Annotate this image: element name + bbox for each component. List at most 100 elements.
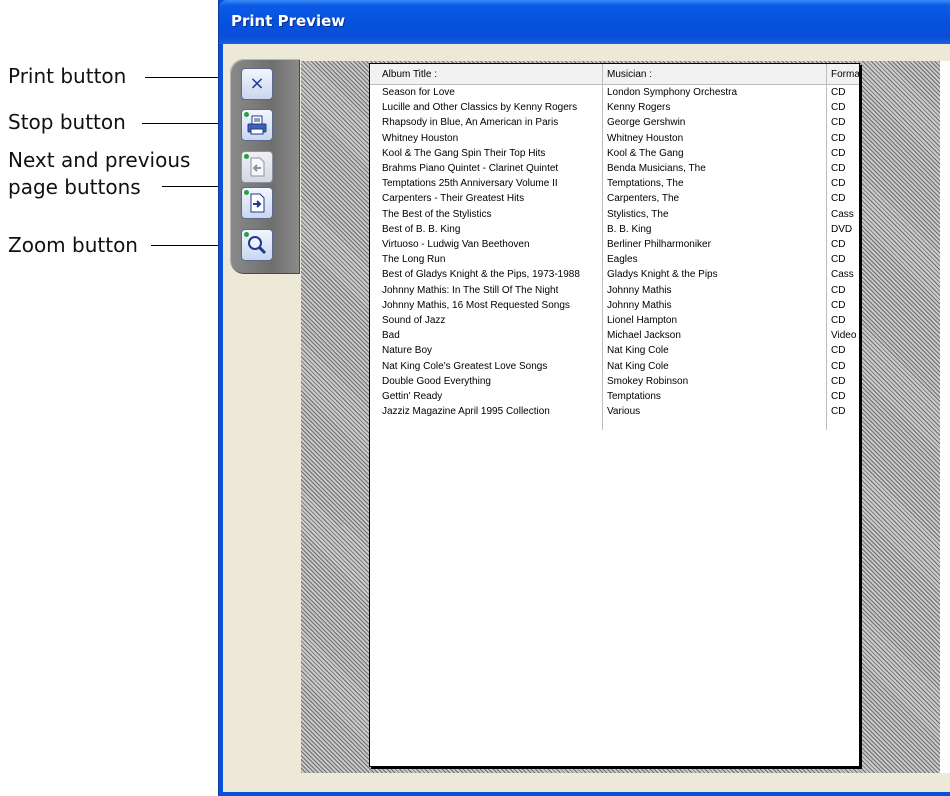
album-title-cell: Jazziz Magazine April 1995 Collection xyxy=(382,406,550,418)
format-cell: CD xyxy=(831,239,846,250)
format-cell: CD xyxy=(831,193,846,205)
preview-edge xyxy=(940,61,950,773)
close-button[interactable]: × xyxy=(241,68,273,100)
album-title-cell: Carpenters - Their Greatest Hits xyxy=(382,193,525,205)
format-cell: CD xyxy=(831,299,846,311)
musician-cell: London Symphony Orchestra xyxy=(607,87,738,98)
callout-zoom-button: Zoom button xyxy=(8,233,138,257)
header-format: Forma xyxy=(831,69,860,80)
musician-cell: Kool & The Gang xyxy=(607,147,684,159)
format-cell: Video xyxy=(831,330,857,342)
zoom-button[interactable] xyxy=(241,229,273,261)
table-row: Brahms Piano Quintet - Clarinet Quintet B… xyxy=(370,161,859,177)
format-cell: CD xyxy=(831,406,846,418)
format-cell: Cass xyxy=(831,208,854,220)
status-dot xyxy=(244,154,249,159)
next-page-icon xyxy=(250,193,265,213)
musician-cell: Berliner Philharmoniker xyxy=(607,239,711,250)
album-title-cell: Season for Love xyxy=(382,87,455,98)
musician-cell: Kenny Rogers xyxy=(607,102,671,114)
musician-cell: B. B. King xyxy=(607,223,652,235)
album-title-cell: Best of B. B. King xyxy=(382,223,461,235)
printer-icon xyxy=(247,115,267,135)
format-cell: DVD xyxy=(831,223,853,235)
table-row: Johnny Mathis, 16 Most Requested Songs Jo… xyxy=(370,298,859,314)
musician-cell: Johnny Mathis xyxy=(607,299,672,311)
callout-next-previous-1: Next and previous xyxy=(8,148,191,172)
table-row: Best of B. B. King B. B. King DVD xyxy=(370,222,859,238)
previous-page-icon xyxy=(250,157,265,177)
musician-cell: Lionel Hampton xyxy=(607,315,678,326)
status-dot xyxy=(244,190,249,195)
musician-cell: Nat King Cole xyxy=(607,360,669,372)
next-page-button[interactable] xyxy=(241,187,273,219)
format-cell: CD xyxy=(831,360,846,372)
status-dot xyxy=(244,232,249,237)
musician-cell: Gladys Knight & the Pips xyxy=(607,269,718,281)
musician-cell: Temptations xyxy=(607,391,661,402)
musician-cell: Smokey Robinson xyxy=(607,375,689,387)
album-title-cell: Double Good Everything xyxy=(382,375,491,387)
window-title: Print Preview xyxy=(231,12,346,30)
album-title-cell: Lucille and Other Classics by Kenny Roge… xyxy=(382,102,578,114)
table-row: Double Good Everything Smokey Robinson CD xyxy=(370,374,859,390)
table-row: Gettin' Ready Temptations CD xyxy=(370,389,859,405)
table-row: The Best of the Stylistics Stylistics, Th… xyxy=(370,207,859,223)
format-cell: Cass xyxy=(831,269,854,281)
report-page[interactable]: Album Title : Musician : Forma Season fo… xyxy=(369,63,860,767)
table-row: Johnny Mathis: In The Still Of The Night… xyxy=(370,283,859,299)
table-row: Sound of Jazz Lionel Hampton CD xyxy=(370,313,859,329)
format-cell: CD xyxy=(831,132,846,144)
musician-cell: George Gershwin xyxy=(607,117,686,129)
magnifier-icon xyxy=(248,236,267,255)
callout-stop-button: Stop button xyxy=(8,110,126,134)
album-title-cell: Johnny Mathis: In The Still Of The Night xyxy=(382,284,559,296)
table-row: Virtuoso - Ludwig Van Beethoven Berliner … xyxy=(370,237,859,253)
musician-cell: Benda Musicians, The xyxy=(607,163,706,174)
album-title-cell: Temptations 25th Anniversary Volume II xyxy=(382,178,558,190)
format-cell: CD xyxy=(831,391,846,402)
musician-cell: Various xyxy=(607,406,641,418)
album-title-cell: Brahms Piano Quintet - Clarinet Quintet xyxy=(382,163,559,174)
format-cell: CD xyxy=(831,375,846,387)
album-title-cell: Gettin' Ready xyxy=(382,391,443,402)
table-row: Nat King Cole's Greatest Love Songs Nat K… xyxy=(370,359,859,375)
album-title-cell: Nat King Cole's Greatest Love Songs xyxy=(382,360,548,372)
album-title-cell: The Long Run xyxy=(382,254,446,266)
musician-cell: Whitney Houston xyxy=(607,132,684,144)
table-row: The Long Run Eagles CD xyxy=(370,252,859,268)
report-header-row: Album Title : Musician : Forma xyxy=(370,64,860,85)
musician-cell: Johnny Mathis xyxy=(607,284,672,296)
previous-page-button[interactable] xyxy=(241,151,273,183)
album-title-cell: Bad xyxy=(382,330,400,342)
table-row: Bad Michael Jackson Video xyxy=(370,328,859,344)
preview-toolbar: × xyxy=(230,59,300,274)
musician-cell: Nat King Cole xyxy=(607,345,669,357)
header-album-title: Album Title : xyxy=(382,69,438,80)
format-cell: CD xyxy=(831,87,846,98)
album-title-cell: Nature Boy xyxy=(382,345,433,357)
table-row: Carpenters - Their Greatest Hits Carpente… xyxy=(370,191,859,207)
format-cell: CD xyxy=(831,284,846,296)
table-row: Temptations 25th Anniversary Volume II Te… xyxy=(370,176,859,192)
musician-cell: Michael Jackson xyxy=(607,330,681,342)
format-cell: CD xyxy=(831,163,846,174)
table-row: Season for Love London Symphony Orchestra… xyxy=(370,85,859,101)
table-row: Best of Gladys Knight & the Pips, 1973-1… xyxy=(370,267,859,283)
musician-cell: Stylistics, The xyxy=(607,208,669,220)
album-title-cell: Kool & The Gang Spin Their Top Hits xyxy=(382,147,546,159)
musician-cell: Temptations, The xyxy=(607,178,684,190)
format-cell: CD xyxy=(831,254,846,266)
status-dot xyxy=(244,112,249,117)
table-row: Whitney Houston Whitney Houston CD xyxy=(370,131,859,147)
musician-cell: Carpenters, The xyxy=(607,193,680,205)
header-musician: Musician : xyxy=(607,69,653,80)
title-bar[interactable]: Print Preview xyxy=(219,0,950,44)
album-title-cell: Whitney Houston xyxy=(382,132,459,144)
callout-print-button: Print button xyxy=(8,64,127,88)
print-button[interactable] xyxy=(241,109,273,141)
callout-next-previous-2: page buttons xyxy=(8,175,141,199)
format-cell: CD xyxy=(831,117,846,129)
table-row: Lucille and Other Classics by Kenny Roge… xyxy=(370,100,859,116)
format-cell: CD xyxy=(831,102,846,114)
